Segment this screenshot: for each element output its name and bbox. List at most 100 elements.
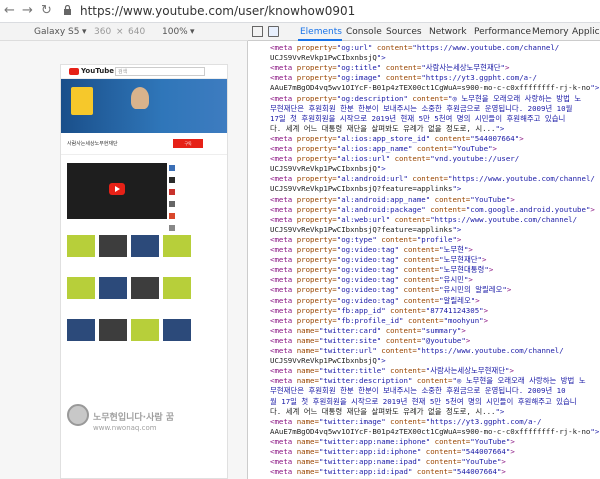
inspect-element-icon[interactable] (252, 26, 263, 37)
dropdown-arrow-icon[interactable]: ▾ (82, 26, 87, 38)
code-line[interactable]: <meta name="twitter:app:name:ipad" conte… (270, 457, 600, 467)
code-line[interactable]: <meta property="og:url" content="https:/… (270, 43, 600, 53)
channel-name[interactable]: 사람사는세상노무현재단 (67, 140, 118, 147)
tab-performance[interactable]: Performance (474, 26, 531, 38)
code-line[interactable]: <meta property="fb:profile_id" content="… (270, 316, 600, 326)
code-line[interactable]: 무현재단은 후원회원 한분 한분이 보내주시는 소중한 후원금으로 운영됩니다.… (270, 386, 600, 396)
code-line[interactable]: UCJS9VvReVkp1PwCIbxnbsjQ"> (270, 164, 600, 174)
back-arrow-icon[interactable]: ← (4, 3, 15, 19)
list-item[interactable] (169, 163, 225, 173)
code-line[interactable]: <meta property="al:android:url" content=… (270, 174, 600, 184)
tab-console[interactable]: Console (346, 26, 382, 38)
youtube-header: YouTube 검색 (61, 65, 227, 79)
mobile-page-preview: YouTube 검색 사람사는세상노무현재단 구독 노무현입니다·사람 꿈 ww… (60, 64, 228, 479)
tab-elements[interactable]: Elements (300, 26, 342, 38)
lock-icon (64, 5, 71, 15)
code-line[interactable]: <meta property="al:ios:url" content="vnd… (270, 154, 600, 164)
code-line[interactable]: <meta property="al:android:package" cont… (270, 205, 600, 215)
video-thumbnail[interactable] (163, 319, 191, 341)
code-line[interactable]: <meta property="og:image" content="https… (270, 73, 600, 83)
channel-tabs (61, 155, 227, 163)
code-line[interactable]: 월 17일 첫 후원회원을 시작으로 2019년 현재 5만 5천여 명의 시민… (270, 397, 600, 407)
video-thumbnail[interactable] (67, 277, 95, 299)
zoom-select[interactable]: 100% (162, 26, 188, 38)
code-line[interactable]: <meta name="twitter:url" content="https:… (270, 346, 600, 356)
featured-video[interactable] (67, 163, 167, 219)
code-line[interactable]: <meta property="og:description" content=… (270, 94, 600, 104)
code-line[interactable]: <meta name="twitter:description" content… (270, 376, 600, 386)
code-line[interactable]: <meta name="twitter:site" content="@yout… (270, 336, 600, 346)
code-line[interactable]: <meta property="al:ios:app_name" content… (270, 144, 600, 154)
search-input[interactable]: 검색 (115, 67, 205, 76)
watermark-overlay: 노무현입니다·사람 꿈 www.nwonaq.com (67, 390, 225, 460)
video-thumbnail[interactable] (99, 235, 127, 257)
tab-memory[interactable]: Memory (532, 26, 569, 38)
code-line[interactable]: <meta property="og:video:tag" content="노… (270, 245, 600, 255)
watermark-url: www.nwonaq.com (93, 424, 157, 432)
dropdown-arrow-icon[interactable]: ▾ (190, 26, 195, 38)
code-line[interactable]: AAuE7mBgOD4vq5wv1OIYcF-B01p4zTEX00ct1CgW… (270, 83, 600, 93)
code-line[interactable]: <meta name="twitter:image" content="http… (270, 417, 600, 427)
code-line[interactable]: <meta property="og:title" content="사람사는세… (270, 63, 600, 73)
code-line[interactable]: 다. 세계 어느 대통령 재단을 살펴봐도 유례가 없을 정도로, 시..."> (270, 407, 600, 417)
elements-panel: <meta property="og:url" content="https:/… (248, 41, 600, 479)
code-line[interactable]: UCJS9VvReVkp1PwCIbxnbsjQ"> (270, 53, 600, 63)
video-thumbnail[interactable] (131, 235, 159, 257)
code-line[interactable]: UCJS9VvReVkp1PwCIbxnbsjQ?feature=applink… (270, 225, 600, 235)
code-line[interactable]: <meta name="twitter:card" content="summa… (270, 326, 600, 336)
browser-toolbar: ← → ↻ https://www.youtube.com/user/knowh… (0, 0, 600, 23)
code-line[interactable]: UCJS9VvReVkp1PwCIbxnbsjQ"> (270, 356, 600, 366)
list-item[interactable] (169, 223, 225, 233)
code-line[interactable]: <meta property="og:video:tag" content="노… (270, 255, 600, 265)
watermark-logo (67, 404, 89, 426)
video-thumbnail[interactable] (67, 319, 95, 341)
address-bar[interactable]: https://www.youtube.com/user/knowhow0901 (80, 3, 355, 19)
video-thumbnail[interactable] (163, 235, 191, 257)
code-line[interactable]: <meta name="twitter:app:id:iphone" conte… (270, 447, 600, 457)
device-toggle-icon[interactable] (268, 26, 279, 37)
list-item[interactable] (169, 187, 225, 197)
tab-network[interactable]: Network (429, 26, 467, 38)
watermark-name: 노무현입니다·사람 꿈 (93, 413, 175, 423)
play-icon[interactable] (109, 183, 125, 195)
code-line[interactable]: <meta property="og:video:tag" content="유… (270, 285, 600, 295)
code-line[interactable]: <meta name="twitter:app:name:iphone" con… (270, 437, 600, 447)
code-line[interactable]: <meta property="og:type" content="profil… (270, 235, 600, 245)
reload-icon[interactable]: ↻ (41, 3, 52, 19)
video-thumbnail[interactable] (131, 319, 159, 341)
code-line[interactable]: <meta name="twitter:app:id:ipad" content… (270, 467, 600, 477)
video-thumbnail[interactable] (163, 277, 191, 299)
list-item[interactable] (169, 199, 225, 209)
code-line[interactable]: <meta property="al:ios:app_store_id" con… (270, 134, 600, 144)
viewport-height-input[interactable]: 640 (128, 26, 145, 38)
viewport-width-input[interactable]: 360 (94, 26, 111, 38)
related-channels-list (169, 163, 225, 243)
code-line[interactable]: <meta property="fb:app_id" content="8774… (270, 306, 600, 316)
code-line[interactable]: AAuE7mBgOD4vq5wv1OIYcF-B01p4zTEX00ct1CgW… (270, 427, 600, 437)
subscribe-button[interactable]: 구독 (173, 139, 203, 148)
forward-arrow-icon[interactable]: → (22, 3, 33, 19)
device-toolbar: Galaxy S5 ▾ 360 × 640 100% ▾ (0, 23, 248, 41)
youtube-logo-icon[interactable] (69, 68, 79, 75)
code-line[interactable]: 다. 세계 어느 대통령 재단을 살펴봐도 유례가 없을 정도로, 시..."> (270, 124, 600, 134)
list-item[interactable] (169, 175, 225, 185)
device-select[interactable]: Galaxy S5 (34, 26, 79, 38)
code-line[interactable]: <meta property="og:video:tag" content="노… (270, 265, 600, 275)
video-thumbnail[interactable] (67, 235, 95, 257)
code-line[interactable]: UCJS9VvReVkp1PwCIbxnbsjQ?feature=applink… (270, 184, 600, 194)
list-item[interactable] (169, 211, 225, 221)
dimension-separator: × (116, 27, 124, 37)
code-line[interactable]: <meta name="twitter:title" content="사람사는… (270, 366, 600, 376)
channel-info-row: 사람사는세상노무현재단 구독 (61, 133, 227, 155)
code-line[interactable]: <meta property="al:web:url" content="htt… (270, 215, 600, 225)
video-thumbnail[interactable] (131, 277, 159, 299)
code-line[interactable]: 17일 첫 후원회원을 시작으로 2019년 현재 5만 5천여 명의 시민들이… (270, 114, 600, 124)
code-line[interactable]: <meta property="og:video:tag" content="유… (270, 275, 600, 285)
code-line[interactable]: 무현재단은 후원회원 한분 한분이 보내주시는 소중한 후원금으로 운영됩니다.… (270, 104, 600, 114)
code-line[interactable]: <meta property="al:android:app_name" con… (270, 195, 600, 205)
video-thumbnail[interactable] (99, 277, 127, 299)
video-thumbnail[interactable] (99, 319, 127, 341)
code-line[interactable]: <meta property="og:video:tag" content="알… (270, 296, 600, 306)
tab-sources[interactable]: Sources (386, 26, 422, 38)
tab-application[interactable]: Applica (572, 26, 600, 38)
